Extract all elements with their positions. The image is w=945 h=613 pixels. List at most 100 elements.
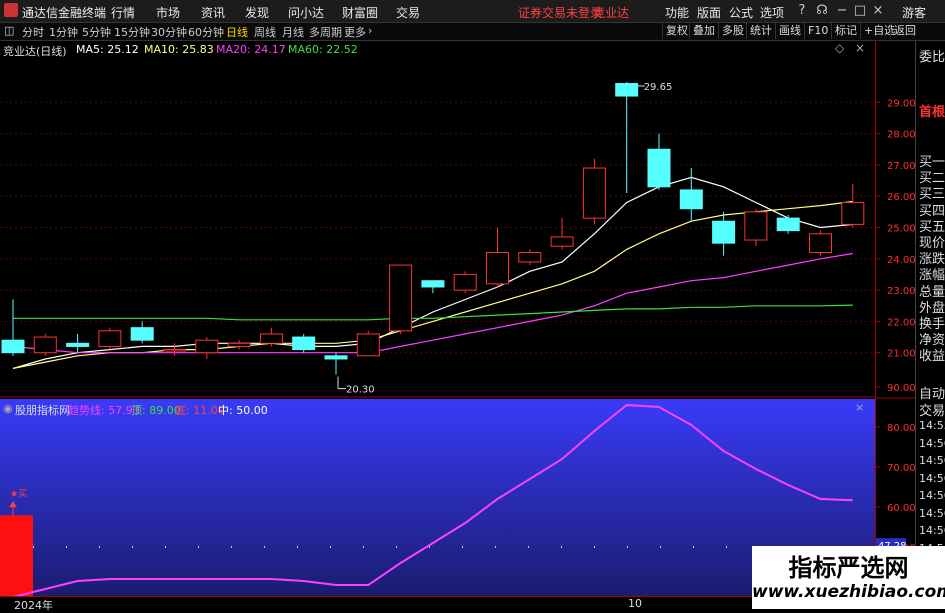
high-annotation: 29.65	[644, 82, 673, 93]
btn-tongji[interactable]: 统计	[746, 23, 775, 39]
tab-1min[interactable]: 1分钟	[49, 24, 78, 40]
menu-zixun[interactable]: 资讯	[201, 4, 225, 21]
btn-fuquan[interactable]: 复权	[662, 23, 691, 39]
kline-svg[interactable]: 29.65 20.30	[0, 41, 875, 398]
candle-6	[195, 337, 219, 359]
candle-2	[66, 333, 90, 353]
tab-monthly[interactable]: 月线	[282, 24, 304, 40]
candle-24	[776, 214, 800, 234]
candle-18	[582, 158, 606, 225]
candle-body	[712, 220, 736, 244]
trade-time: 14:56	[919, 524, 945, 537]
chart-close-icon[interactable]: ×	[855, 41, 865, 55]
candle-body	[227, 342, 251, 347]
price-tick-label-4: 25.00	[887, 224, 916, 235]
menu-banmian[interactable]: 版面	[697, 4, 721, 21]
candle-22	[712, 211, 736, 256]
headset-icon[interactable]: ☊	[812, 2, 832, 20]
date-mid-label: 10	[628, 597, 642, 610]
watermark: 指标严选网 www.xuezhibiao.com	[752, 546, 945, 609]
help-icon[interactable]: ?	[792, 2, 812, 20]
indicator-toggle-icon[interactable]: ◉	[3, 402, 13, 415]
candle-23	[744, 208, 768, 247]
guest-label[interactable]: 游客	[902, 4, 926, 21]
indicator-background	[0, 391, 875, 596]
signal-bar	[0, 515, 33, 596]
date-axis: 2024年 10	[0, 596, 875, 612]
tab-60min[interactable]: 60分钟	[188, 24, 224, 40]
menu-caifuquan[interactable]: 财富圈	[342, 4, 378, 21]
price-tick-label-3: 26.00	[887, 192, 916, 203]
indicator-chart[interactable]: ★买 ◉ 股朋指标网 趋势线: 57.93 顶: 89.00 底: 11.00 …	[0, 390, 875, 598]
candle-8	[259, 327, 283, 347]
candle-14	[453, 271, 477, 294]
candle-body	[841, 201, 865, 225]
candle-16	[518, 249, 542, 266]
more-chevron-icon[interactable]: ›	[368, 24, 372, 37]
candle-19	[615, 81, 639, 194]
candle-body	[679, 189, 703, 210]
menu-xuanxiang[interactable]: 选项	[760, 4, 784, 21]
tab-30min[interactable]: 30分钟	[151, 24, 187, 40]
menu-hangqing[interactable]: 行情	[111, 4, 135, 21]
candle-9	[292, 333, 316, 353]
menu-wenxiaoda[interactable]: 问小达	[288, 4, 324, 21]
menu-gongshi[interactable]: 公式	[729, 4, 753, 21]
date-start-label: 2024年	[14, 599, 53, 612]
watermark-url: www.xuezhibiao.com	[752, 582, 945, 602]
indicator-legend-name: 股朋指标网	[15, 404, 70, 417]
panel-lower-label: 交易	[919, 404, 945, 419]
btn-duogu[interactable]: 多股	[718, 23, 747, 39]
candle-body	[292, 336, 316, 351]
candle-body	[744, 211, 768, 241]
tab-daily[interactable]: 日线	[226, 24, 248, 40]
tab-15min[interactable]: 15分钟	[114, 24, 150, 40]
menu-shichang[interactable]: 市场	[156, 4, 180, 21]
legend-middle: 中: 50.00	[218, 404, 268, 417]
menu-jiaoyi[interactable]: 交易	[396, 4, 420, 21]
stock-name-link[interactable]: 竞业达	[593, 4, 629, 21]
candle-7	[227, 340, 251, 350]
candle-body	[389, 264, 413, 332]
menu-faxian[interactable]: 发现	[245, 4, 269, 21]
candle-11	[356, 330, 380, 357]
tab-5min[interactable]: 5分钟	[82, 24, 111, 40]
price-tick-label-7: 22.00	[887, 317, 916, 328]
candle-body	[453, 273, 477, 291]
login-warning[interactable]: 证券交易未登录	[518, 4, 602, 21]
menu-gongneng[interactable]: 功能	[665, 4, 689, 21]
indicator-close-icon[interactable]: ×	[855, 401, 864, 414]
tab-weekly[interactable]: 周线	[254, 24, 276, 40]
btn-huaxian[interactable]: 画线	[775, 23, 804, 39]
low-marker-line	[337, 376, 346, 390]
tab-more[interactable]: 更多	[344, 24, 366, 40]
tab-multi-period[interactable]: 多周期	[309, 24, 342, 40]
menu-bar: 通达信金融终端 行情 市场 资讯 发现 问小达 财富圈 交易 证券交易未登录 竞…	[0, 0, 945, 23]
candle-body	[809, 233, 832, 254]
candle-body	[130, 327, 154, 341]
btn-f10[interactable]: F10	[804, 23, 831, 39]
trade-time: 14:55	[919, 419, 945, 432]
legend-ma5: MA5: 25.12	[76, 43, 139, 56]
candle-1	[33, 333, 57, 356]
maximize-icon[interactable]: □	[850, 2, 870, 20]
btn-diejia[interactable]: 叠加	[689, 23, 718, 39]
toolbar-toggle-icon[interactable]: ◫	[4, 24, 14, 37]
main-kline-chart[interactable]: 29.65 20.30 竞业达(日线) MA5: 25.12 MA10: 25.8…	[0, 41, 875, 398]
chart-settings-icon[interactable]: ◇	[835, 41, 844, 55]
close-icon[interactable]: ×	[868, 2, 888, 20]
indicator-svg[interactable]: ★买	[0, 390, 875, 598]
tab-fenshi[interactable]: 分时	[22, 24, 44, 40]
minimize-icon[interactable]: −	[832, 2, 852, 20]
candle-10	[324, 352, 348, 375]
trade-time: 14:56	[919, 471, 945, 485]
candle-26	[841, 183, 865, 228]
candle-body	[163, 349, 186, 352]
price-tick-label-5: 24.00	[887, 255, 916, 266]
ind-tick-label-1: 80.00	[887, 423, 916, 434]
candle-body	[776, 217, 800, 232]
legend-trend: 趋势线: 57.93	[68, 404, 140, 417]
trade-time: 14:56	[919, 489, 945, 502]
btn-fanhui[interactable]: 返回	[890, 23, 919, 39]
btn-biaoji[interactable]: 标记	[831, 23, 860, 39]
